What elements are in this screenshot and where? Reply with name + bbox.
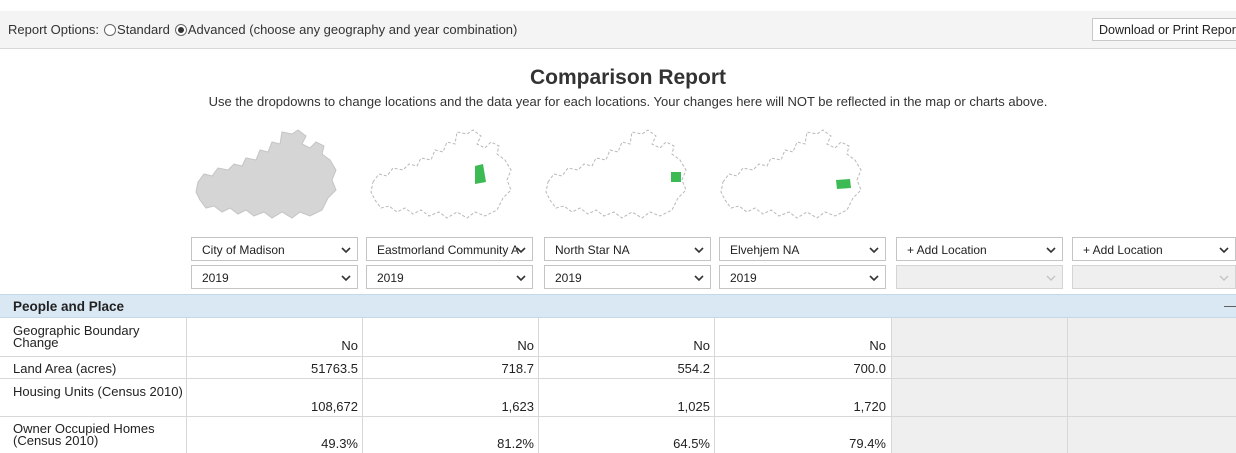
year-select-3[interactable]: 2019 (544, 265, 711, 289)
table-cell: No (693, 338, 710, 353)
location-select-1-value: City of Madison (202, 243, 285, 257)
location-select-3[interactable]: North Star NA (544, 237, 711, 261)
eastmorland-map-thumbnail (370, 129, 512, 219)
table-cell: 81.2% (497, 436, 534, 451)
table-cell: No (869, 338, 886, 353)
city-of-madison-map-thumbnail (195, 129, 337, 219)
table-cell: 554.2 (677, 361, 710, 376)
column-divider (538, 318, 539, 453)
chevron-down-icon (694, 247, 704, 254)
download-print-report-button[interactable]: Download or Print Report (1092, 18, 1236, 41)
year-select-4-value: 2019 (730, 271, 757, 285)
location-select-1[interactable]: City of Madison (191, 237, 358, 261)
table-cell: 1,623 (501, 399, 534, 414)
year-select-1[interactable]: 2019 (191, 265, 358, 289)
year-select-2[interactable]: 2019 (366, 265, 533, 289)
advanced-radio-label[interactable]: Advanced (choose any geography and year … (188, 22, 518, 37)
chevron-down-icon (516, 275, 526, 282)
empty-location-column-6 (1068, 318, 1236, 453)
location-select-3-value: North Star NA (555, 243, 630, 257)
chevron-down-icon (516, 247, 526, 254)
row-divider (0, 356, 1236, 357)
chevron-down-icon (1046, 247, 1056, 254)
table-cell: 108,672 (311, 399, 358, 414)
report-options-bar: Report Options: Standard Advanced (choos… (0, 11, 1236, 49)
column-divider (1067, 318, 1068, 453)
north-star-map-thumbnail (545, 129, 687, 219)
row-label-owner-occupied-homes: Owner Occupied Homes (Census 2010) (13, 421, 155, 448)
report-options-label: Report Options: (8, 22, 100, 37)
year-select-2-value: 2019 (377, 271, 404, 285)
chevron-down-icon (341, 247, 351, 254)
row-divider (0, 416, 1236, 417)
year-select-6-disabled (1072, 265, 1236, 289)
chevron-down-icon (1046, 275, 1056, 281)
year-select-1-value: 2019 (202, 271, 229, 285)
location-select-4[interactable]: Elvehjem NA (719, 237, 886, 261)
table-cell: 49.3% (321, 436, 358, 451)
report-options-group: Report Options: Standard Advanced (choos… (8, 22, 517, 37)
row-label-geographic-boundary-change: Geographic Boundary Change (13, 323, 140, 350)
minus-icon[interactable]: — (1224, 297, 1236, 313)
table-cell: No (341, 338, 358, 353)
report-title: Comparison Report (529, 66, 726, 89)
table-cell: 700.0 (853, 361, 886, 376)
add-location-select-6-label: + Add Location (1083, 243, 1163, 257)
table-cell: 51763.5 (311, 361, 358, 376)
location-select-2[interactable]: Eastmorland Community A (366, 237, 533, 261)
table-cell: 1,720 (853, 399, 886, 414)
column-divider (186, 318, 187, 453)
empty-location-column-5 (891, 318, 1067, 453)
chevron-down-icon (341, 275, 351, 282)
table-cell: 64.5% (673, 436, 710, 451)
add-location-select-5-label: + Add Location (907, 243, 987, 257)
location-select-2-value: Eastmorland Community A (377, 243, 520, 257)
table-cell: No (517, 338, 534, 353)
table-cell: 1,025 (677, 399, 710, 414)
row-label-housing-units: Housing Units (Census 2010) (13, 384, 183, 399)
table-cell: 718.7 (501, 361, 534, 376)
chevron-down-icon (869, 247, 879, 254)
section-title: People and Place (13, 299, 125, 314)
chevron-down-icon (1219, 247, 1229, 254)
column-divider (891, 318, 892, 453)
add-location-select-6[interactable]: + Add Location (1072, 237, 1236, 261)
year-select-4[interactable]: 2019 (719, 265, 886, 289)
standard-radio[interactable] (104, 23, 117, 36)
standard-radio-label[interactable]: Standard (117, 22, 170, 37)
year-select-3-value: 2019 (555, 271, 582, 285)
row-label-land-area: Land Area (acres) (13, 361, 117, 376)
year-select-5-disabled (896, 265, 1063, 289)
elvehjem-map-thumbnail (720, 129, 862, 219)
location-select-4-value: Elvehjem NA (730, 243, 800, 257)
table-cell: 79.4% (849, 436, 886, 451)
people-and-place-section-header[interactable]: People and Place — (0, 294, 1236, 318)
report-subtitle: Use the dropdowns to change locations an… (208, 94, 1048, 109)
column-divider (714, 318, 715, 453)
column-divider (362, 318, 363, 453)
chevron-down-icon (694, 275, 704, 282)
advanced-radio[interactable] (174, 23, 187, 36)
add-location-select-5[interactable]: + Add Location (896, 237, 1063, 261)
chevron-down-icon (869, 275, 879, 282)
row-divider (0, 378, 1236, 379)
chevron-down-icon (1219, 275, 1229, 281)
